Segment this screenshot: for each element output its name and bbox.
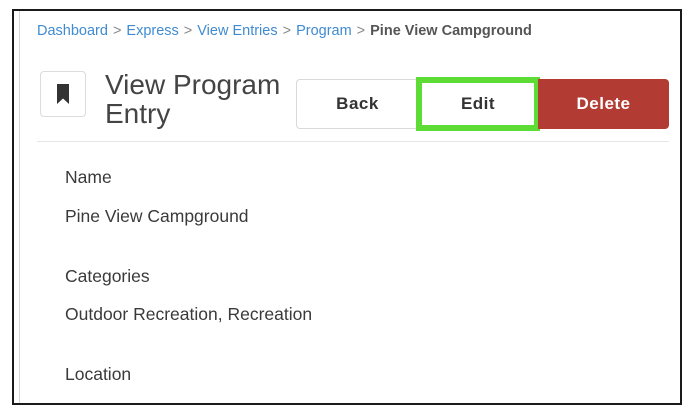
screenshot-frame: Dashboard > Express > View Entries > Program > P… (12, 9, 682, 405)
back-button[interactable]: Back (296, 79, 418, 129)
breadcrumb-separator: > (282, 23, 292, 39)
field-value-name: Pine View Campground (65, 206, 249, 226)
field-label-name: Name (65, 167, 112, 187)
delete-button[interactable]: Delete (538, 79, 669, 129)
header-divider (37, 141, 669, 142)
breadcrumb-dashboard[interactable]: Dashboard (37, 23, 108, 39)
page-icon-box (40, 71, 86, 117)
main-content: Dashboard > Express > View Entries > Program > P… (19, 11, 680, 403)
breadcrumb-separator: > (356, 23, 366, 39)
breadcrumb-separator: > (183, 23, 193, 39)
breadcrumb-program[interactable]: Program (296, 23, 352, 39)
breadcrumb-view-entries[interactable]: View Entries (197, 23, 277, 39)
edit-button[interactable]: Edit (416, 77, 540, 131)
field-label-location: Location (65, 364, 132, 384)
breadcrumb-current: Pine View Campground (370, 23, 532, 39)
breadcrumb-separator: > (112, 23, 122, 39)
field-value-categories: Outdoor Recreation, Recreation (65, 304, 313, 324)
field-label-categories: Categories (65, 266, 150, 286)
breadcrumb-express[interactable]: Express (126, 23, 178, 39)
breadcrumb: Dashboard > Express > View Entries > Program > P… (37, 23, 532, 39)
bookmark-icon (57, 84, 69, 104)
page-title: View Program Entry (105, 69, 281, 129)
